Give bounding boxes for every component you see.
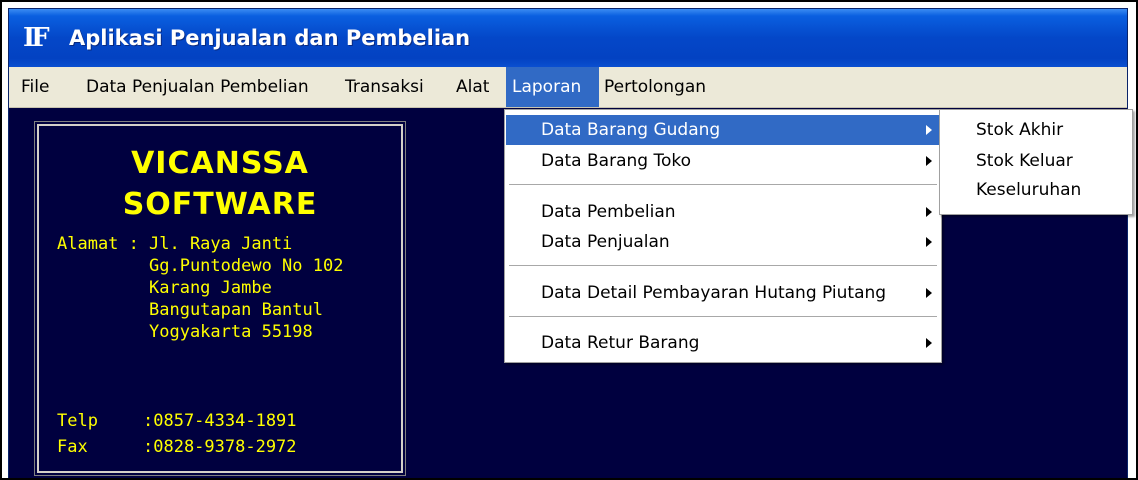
submenu-arrow-icon: [926, 156, 932, 166]
address-line: Bangutapan Bantul: [149, 300, 323, 320]
menu-file[interactable]: File: [15, 67, 55, 107]
menu-separator: [509, 184, 937, 186]
phone-value: :0857-4334-1891: [143, 411, 297, 431]
phone-label: Telp: [57, 411, 98, 431]
address-line: Yogyakarta 55198: [149, 322, 313, 342]
menu-data-penjualan-pembelian[interactable]: Data Penjualan Pembelian: [80, 67, 315, 107]
menu-alat[interactable]: Alat: [450, 67, 495, 107]
menu-item-label: Data Barang Gudang: [541, 120, 721, 140]
menu-separator: [509, 265, 937, 267]
menu-item-data-detail-pembayaran[interactable]: Data Detail Pembayaran Hutang Piutang: [506, 278, 940, 308]
menu-separator: [509, 316, 937, 318]
address-label: Alamat :: [57, 234, 139, 254]
menu-item-label: Data Detail Pembayaran Hutang Piutang: [541, 283, 887, 303]
menu-item-data-barang-gudang[interactable]: Data Barang Gudang: [506, 115, 940, 145]
address-line: Gg.Puntodewo No 102: [149, 256, 344, 276]
title-bar[interactable]: IF Aplikasi Penjualan dan Pembelian: [9, 9, 1127, 67]
menu-item-data-retur-barang[interactable]: Data Retur Barang: [506, 328, 940, 358]
menu-item-data-penjualan[interactable]: Data Penjualan: [506, 227, 940, 257]
submenu-arrow-icon: [926, 237, 932, 247]
menu-pertolongan[interactable]: Pertolongan: [598, 67, 712, 107]
submenu-arrow-icon: [926, 125, 932, 135]
submenu-arrow-icon: [926, 288, 932, 298]
submenu-arrow-icon: [926, 338, 932, 348]
screenshot-frame: IF Aplikasi Penjualan dan Pembelian File…: [0, 0, 1138, 480]
window-title: Aplikasi Penjualan dan Pembelian: [69, 26, 471, 50]
address-line: Karang Jambe: [149, 278, 272, 298]
menu-item-data-pembelian[interactable]: Data Pembelian: [506, 197, 940, 227]
menu-item-data-barang-toko[interactable]: Data Barang Toko: [506, 146, 940, 176]
fax-value: :0828-9378-2972: [143, 437, 297, 457]
company-name-line2: SOFTWARE: [122, 187, 318, 222]
laporan-dropdown-menu: Data Barang Gudang Data Barang Toko Data…: [504, 109, 942, 363]
fax-label: Fax: [57, 437, 88, 457]
address-line: Jl. Raya Janti: [149, 234, 293, 254]
app-icon: IF: [23, 23, 50, 53]
menu-transaksi[interactable]: Transaksi: [339, 67, 430, 107]
menu-item-label: Data Barang Toko: [541, 151, 691, 171]
menu-laporan[interactable]: Laporan: [506, 67, 599, 107]
menu-item-label: Data Penjualan: [541, 232, 670, 252]
menu-bar: File Data Penjualan Pembelian Transaksi …: [9, 67, 1127, 108]
submenu-item-keseluruhan[interactable]: Keseluruhan: [976, 175, 1081, 205]
submenu-item-stok-akhir[interactable]: Stok Akhir: [976, 115, 1063, 145]
company-name-line1: VICANSSA: [131, 146, 309, 181]
submenu-arrow-icon: [926, 207, 932, 217]
menu-item-label: Data Retur Barang: [541, 333, 700, 353]
submenu-item-stok-keluar[interactable]: Stok Keluar: [976, 146, 1073, 176]
menu-item-label: Data Pembelian: [541, 202, 676, 222]
company-info-panel: VICANSSA SOFTWARE Alamat : Jl. Raya Jant…: [37, 124, 403, 473]
data-barang-gudang-submenu: Stok Akhir Stok Keluar Keseluruhan: [939, 109, 1133, 215]
